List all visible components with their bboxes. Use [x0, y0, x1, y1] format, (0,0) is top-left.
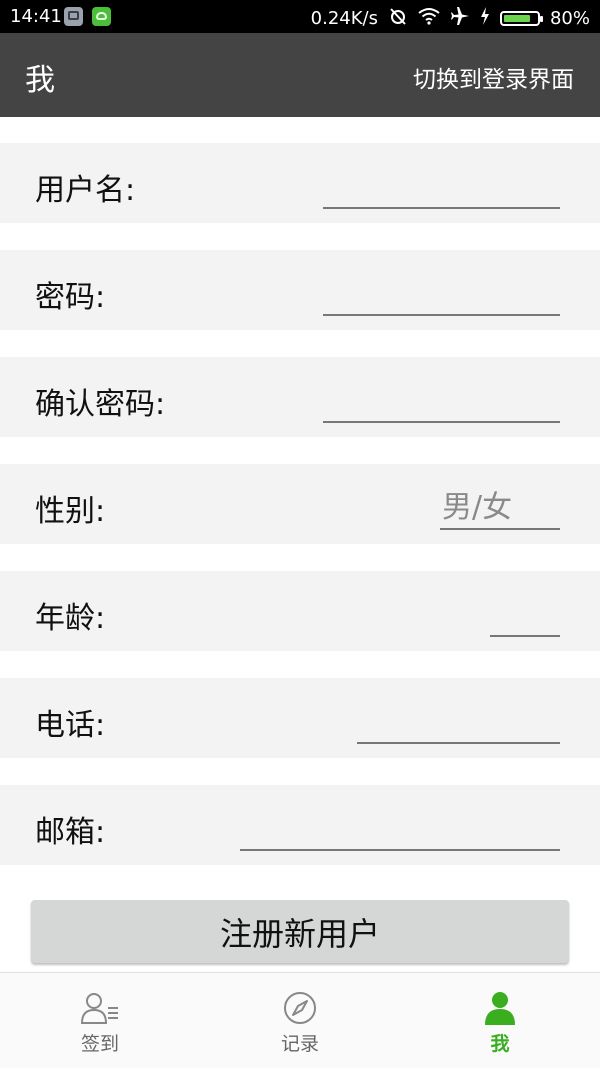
password-row: 密码:: [0, 250, 600, 330]
app-header: 我 切换到登录界面: [0, 33, 600, 117]
gender-label: 性别:: [35, 494, 106, 529]
email-label: 邮箱:: [35, 815, 106, 850]
username-label: 用户名:: [35, 173, 136, 208]
username-row: 用户名:: [0, 143, 600, 223]
status-bar: 14:41 0.24K/s 80%: [0, 0, 600, 33]
bottom-nav: 签到 记录 我: [0, 972, 600, 1068]
phone-input[interactable]: [357, 700, 560, 744]
nav-me[interactable]: 我: [400, 973, 600, 1068]
status-right: 0.24K/s 80%: [311, 6, 590, 31]
age-input[interactable]: [490, 593, 560, 637]
battery-icon: [499, 11, 543, 26]
gender-row: 性别:: [0, 464, 600, 544]
battery-percent: 80%: [549, 8, 590, 29]
password-input[interactable]: [323, 272, 560, 316]
compass-icon: [280, 991, 320, 1025]
age-row: 年龄:: [0, 571, 600, 651]
status-time: 14:41: [10, 6, 62, 27]
nav-me-label: 我: [490, 1033, 510, 1055]
user-list-icon: [80, 991, 120, 1025]
page-title: 我: [25, 63, 55, 98]
nav-checkin-label: 签到: [80, 1033, 119, 1055]
switch-to-login-link[interactable]: 切换到登录界面: [413, 60, 574, 94]
nav-records-label: 记录: [280, 1033, 319, 1055]
silent-alarm-icon: [388, 6, 408, 31]
nav-checkin[interactable]: 签到: [0, 973, 200, 1068]
notification-app-icon: [64, 7, 83, 26]
nav-records[interactable]: 记录: [200, 973, 400, 1068]
android-notification-icon: [92, 7, 111, 26]
confirm-password-input[interactable]: [323, 379, 560, 423]
gender-input[interactable]: [440, 486, 560, 530]
register-button[interactable]: 注册新用户: [31, 900, 569, 963]
email-row: 邮箱:: [0, 785, 600, 865]
email-input[interactable]: [240, 807, 560, 851]
confirm-password-row: 确认密码:: [0, 357, 600, 437]
phone-row: 电话:: [0, 678, 600, 758]
password-label: 密码:: [35, 280, 106, 315]
charging-icon: [480, 7, 490, 30]
age-label: 年龄:: [35, 601, 106, 636]
wifi-icon: [418, 7, 440, 30]
user-icon: [480, 991, 520, 1025]
phone-label: 电话:: [35, 708, 106, 743]
confirm-password-label: 确认密码:: [35, 387, 166, 422]
airplane-icon: [450, 6, 470, 31]
battery-level: [503, 15, 530, 22]
network-speed: 0.24K/s: [310, 8, 378, 29]
username-input[interactable]: [323, 165, 560, 209]
